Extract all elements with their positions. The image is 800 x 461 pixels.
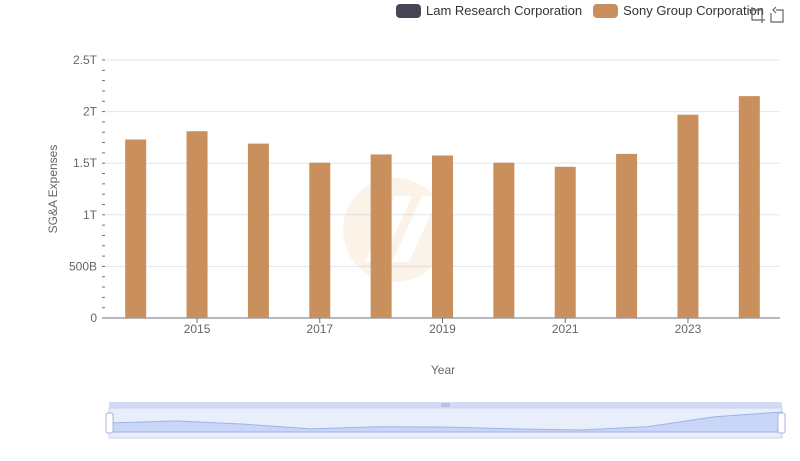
bar-sony-2017[interactable] (309, 162, 331, 318)
slider-right-handle[interactable] (777, 412, 786, 434)
watermark-logo-icon (343, 178, 447, 282)
legend-label-sony: Sony Group Corporation (623, 3, 764, 18)
legend-label-lam-research: Lam Research Corporation (426, 3, 583, 18)
x-axis: 2015 2017 2019 2021 2023 (184, 318, 702, 336)
bar-sony-2014[interactable] (125, 139, 147, 318)
zoom-crosshair-icon[interactable] (748, 6, 766, 24)
bar-sony-2015[interactable] (186, 131, 208, 318)
y-tick-label: 1T (83, 208, 98, 222)
x-tick-label: 2015 (184, 322, 211, 336)
y-tick-label: 500B (69, 259, 97, 273)
legend-swatch-lam-research (396, 3, 421, 18)
bar-sony-2020[interactable] (493, 162, 515, 318)
bars-group (125, 96, 760, 319)
chart-svg: 0 500B 1T 1.5T 2T 2.5T 2015 2017 2019 2021 2023 S… (46, 53, 786, 439)
bar-sony-2018[interactable] (370, 154, 392, 318)
restore-icon[interactable] (768, 6, 786, 24)
bar-sony-2016[interactable] (247, 143, 269, 318)
toolbox (746, 6, 786, 24)
y-tick-label: 2.5T (73, 53, 98, 67)
legend: Lam Research Corporation Sony Group Corp… (396, 3, 775, 18)
y-axis: 0 500B 1T 1.5T 2T 2.5T (69, 53, 105, 325)
data-zoom-slider[interactable] (105, 402, 786, 439)
x-axis-label: Year (431, 363, 455, 377)
legend-item-lam-research[interactable]: Lam Research Corporation (396, 3, 582, 18)
legend-swatch-sony (593, 3, 619, 18)
slider-grip-icon[interactable] (441, 403, 450, 407)
y-tick-label: 1.5T (73, 156, 98, 170)
bar-sony-2024[interactable] (738, 96, 760, 319)
bar-sony-2023[interactable] (677, 114, 699, 318)
legend-item-sony[interactable]: Sony Group Corporation (593, 3, 764, 18)
x-tick-label: 2021 (552, 322, 579, 336)
slider-left-handle[interactable] (105, 412, 114, 434)
y-tick-label: 0 (90, 311, 97, 325)
x-tick-label: 2023 (675, 322, 702, 336)
bar-sony-2019[interactable] (432, 155, 453, 318)
x-tick-label: 2019 (429, 322, 456, 336)
x-tick-label: 2017 (306, 322, 333, 336)
bar-sony-2022[interactable] (616, 153, 638, 318)
y-axis-label: SG&A Expenses (46, 145, 60, 234)
bar-sony-2021[interactable] (554, 166, 576, 318)
y-tick-label: 2T (83, 105, 98, 119)
